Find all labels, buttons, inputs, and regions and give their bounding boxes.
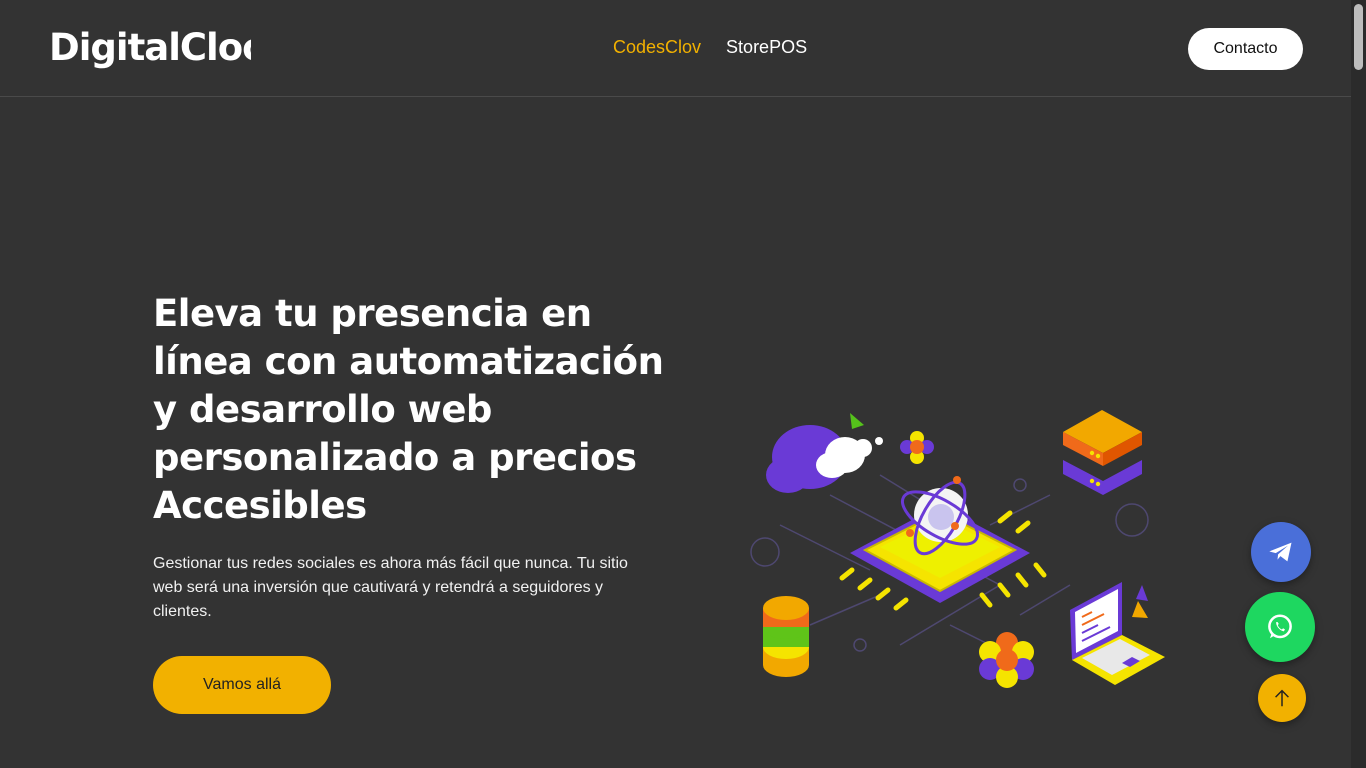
database-icon bbox=[763, 596, 809, 677]
main-nav: CodesClov StorePOS bbox=[613, 37, 807, 58]
contact-button[interactable]: Contacto bbox=[1188, 28, 1303, 70]
scroll-to-top-button[interactable] bbox=[1258, 674, 1306, 722]
arrow-up-icon bbox=[1275, 689, 1289, 707]
whatsapp-button[interactable] bbox=[1245, 592, 1315, 662]
flower-large-icon bbox=[979, 632, 1034, 688]
nav-item-storepos[interactable]: StorePOS bbox=[726, 37, 807, 58]
telegram-icon bbox=[1269, 542, 1292, 562]
laptop-icon bbox=[1070, 582, 1165, 685]
cloud-icon bbox=[766, 413, 883, 493]
nav-item-codesclov[interactable]: CodesClov bbox=[613, 37, 701, 58]
telegram-button[interactable] bbox=[1251, 522, 1311, 582]
server-icon bbox=[1063, 410, 1142, 495]
logo[interactable]: DigitalCloc bbox=[49, 26, 251, 69]
cta-button[interactable]: Vamos allá bbox=[153, 656, 331, 714]
page-scrollbar[interactable] bbox=[1351, 0, 1366, 768]
hero-description: Gestionar tus redes sociales es ahora má… bbox=[153, 555, 628, 620]
flower-icon bbox=[900, 431, 934, 464]
whatsapp-icon bbox=[1268, 614, 1292, 639]
hero-title: Eleva tu presencia en línea con automati… bbox=[153, 292, 664, 527]
scrollbar-thumb[interactable] bbox=[1354, 4, 1363, 70]
processor-chip-icon bbox=[839, 476, 1047, 611]
tech-illustration bbox=[750, 410, 1165, 688]
site-header: DigitalCloc CodesClov StorePOS Contacto bbox=[0, 0, 1351, 97]
